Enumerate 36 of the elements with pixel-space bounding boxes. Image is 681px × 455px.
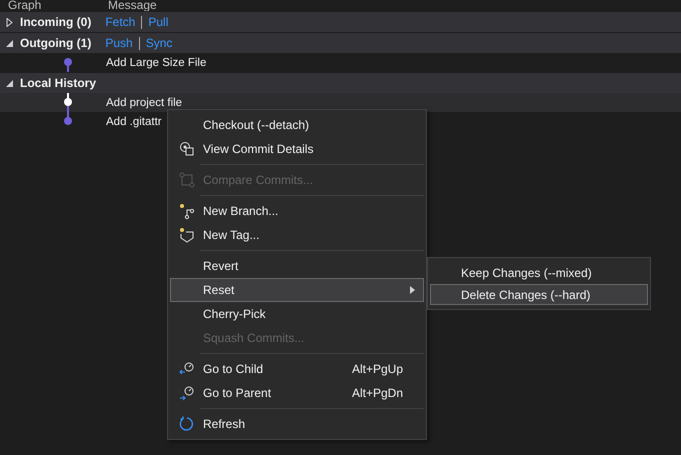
commit-message: Add .gitattr [106,116,162,128]
expanded-icon[interactable] [6,78,14,88]
go-to-child-icon [179,361,195,377]
action-link[interactable]: Push [105,36,133,50]
expanded-icon[interactable] [6,38,14,48]
commit-row[interactable]: Add project file [0,93,681,112]
commit-details-icon [179,141,195,157]
collapsed-icon[interactable] [6,18,14,26]
section-title: Incoming (0) [20,15,92,29]
action-link[interactable]: Fetch [105,15,136,29]
action-link[interactable]: Pull [148,15,168,29]
menu-item[interactable]: Delete Changes (--hard) [430,284,648,305]
commit-message: Add Large Size File [106,56,206,68]
menu-item[interactable]: Checkout (--detach) [170,113,424,137]
new-tag-icon [179,227,195,243]
new-branch-icon [179,203,195,219]
menu-item[interactable]: Keep Changes (--mixed) [430,262,648,283]
action-link[interactable]: Sync [146,36,172,50]
compare-icon [179,172,195,188]
section-title: Local History [20,76,96,90]
menu-item[interactable]: Go to Parent Alt+PgDn [170,381,424,405]
go-to-parent-icon [179,385,195,401]
section-header[interactable]: Local History [0,72,681,93]
menu-item[interactable]: New Branch... [170,199,424,223]
refresh-icon [179,416,195,432]
menu-item[interactable]: Cherry-Pick [170,302,424,326]
section-header[interactable]: Outgoing (1) Push Sync [0,32,681,53]
menu-item[interactable]: Reset [170,278,424,302]
menu-item[interactable]: View Commit Details [170,137,424,161]
section-title: Outgoing (1) [20,36,92,50]
menu-item[interactable]: Refresh [170,412,424,436]
menu-item[interactable]: Go to Child Alt+PgUp [170,357,424,381]
menu-item[interactable]: Revert [170,254,424,278]
commit-message: Add project file [106,96,182,108]
menu-item[interactable]: New Tag... [170,223,424,247]
section-header[interactable]: Incoming (0) Fetch Pull [0,11,681,32]
